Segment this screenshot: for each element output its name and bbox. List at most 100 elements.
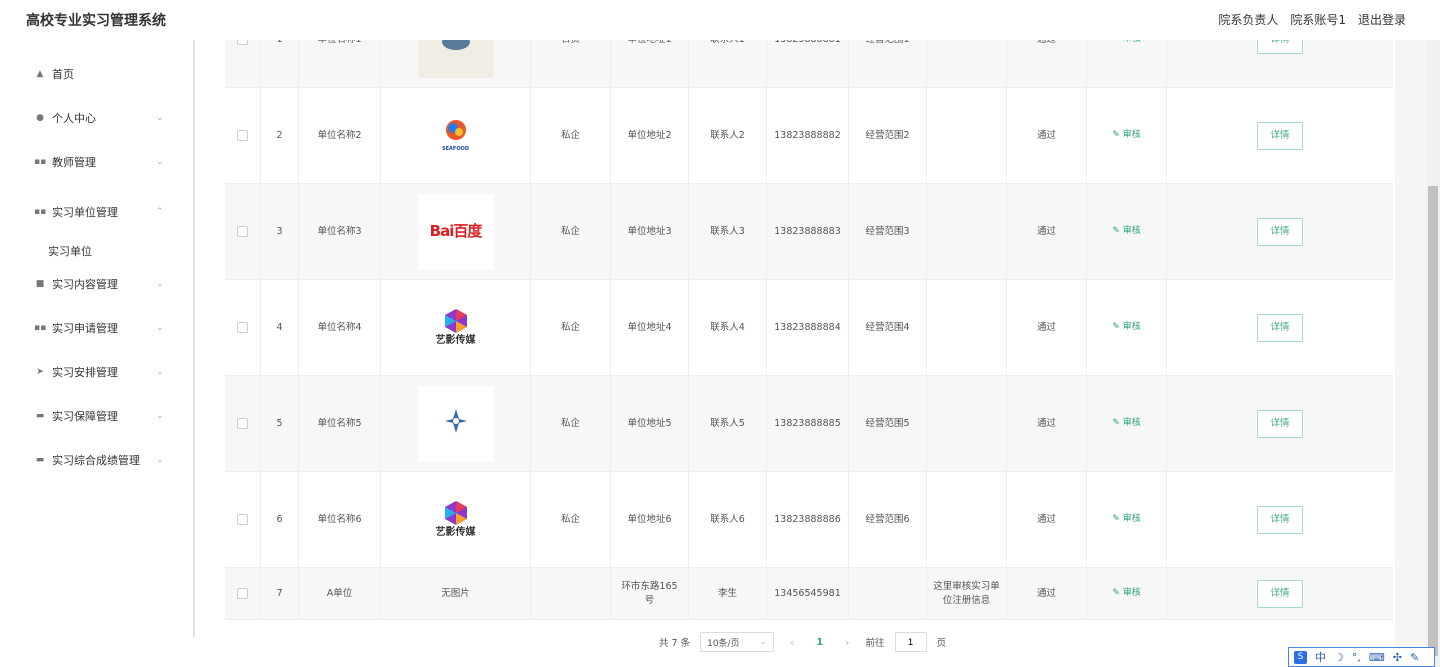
tools-icon[interactable]: ✎ xyxy=(1410,651,1419,664)
audit-status: 通过 xyxy=(1007,472,1087,567)
home-icon: ▲ xyxy=(36,69,44,79)
chevron-down-icon: ⌄ xyxy=(156,113,164,123)
sidebar-item-security[interactable]: ▬ 实习保障管理 ⌄ xyxy=(34,406,174,426)
app-title: 高校专业实习管理系统 xyxy=(26,13,166,29)
table-row: 7 A单位 无图片 环市东路165号 李生 13456545981 这里审核实习… xyxy=(225,568,1393,620)
keyboard-icon[interactable]: ⌨ xyxy=(1369,651,1385,664)
audit-button[interactable]: ✎审核 xyxy=(1112,587,1141,600)
sidebar-item-profile[interactable]: ● 个人中心 ⌄ xyxy=(34,108,174,128)
company-name: 单位名称5 xyxy=(299,376,381,471)
page-unit-label: 页 xyxy=(936,638,947,649)
company-name: 单位名称2 xyxy=(299,88,381,183)
sidebar-item-grades[interactable]: ▬ 实习综合成绩管理 ⌄ xyxy=(34,450,174,470)
audit-note xyxy=(927,472,1007,567)
edit-icon: ✎ xyxy=(1112,588,1120,599)
scrollbar-thumb[interactable] xyxy=(1428,186,1438,656)
next-page-button[interactable]: › xyxy=(839,636,855,649)
sidebar-item-content[interactable]: ■ 实习内容管理 ⌄ xyxy=(34,274,174,294)
row-checkbox[interactable] xyxy=(237,588,248,599)
company-contact: 联系人2 xyxy=(689,88,767,183)
sidebar-item-arrangements[interactable]: ➤ 实习安排管理 ⌄ xyxy=(34,362,174,382)
row-index: 2 xyxy=(261,88,299,183)
row-index: 4 xyxy=(261,280,299,375)
detail-button[interactable]: 详情 xyxy=(1257,579,1303,608)
user-account: 院系账号1 xyxy=(1290,13,1346,27)
punctuation-icon[interactable]: °, xyxy=(1352,651,1361,664)
company-type: 私企 xyxy=(531,184,611,279)
company-scope xyxy=(849,568,927,619)
company-logo: SEAFOOD xyxy=(417,97,494,174)
audit-button[interactable]: ✎审核 xyxy=(1112,417,1141,430)
sidebar-item-companies[interactable]: ▪▪ 实习单位管理 ⌃ xyxy=(34,202,174,222)
sidebar-item-label: 实习安排管理 xyxy=(52,366,118,379)
ime-language[interactable]: 中 xyxy=(1315,649,1326,665)
audit-status: 通过 xyxy=(1007,568,1087,619)
chevron-down-icon: ⌄ xyxy=(759,637,768,647)
table-row: 4 单位名称4 艺影传媒 私企 单位地址4 联系人4 13823888884 经… xyxy=(225,280,1393,376)
edit-icon: ✎ xyxy=(1112,514,1120,525)
sidebar-item-teachers[interactable]: ▪▪ 教师管理 ⌄ xyxy=(34,152,174,172)
table-row: 6 单位名称6 艺影传媒 私企 单位地址6 联系人6 13823888886 经… xyxy=(225,472,1393,568)
company-phone: 13823888883 xyxy=(767,184,849,279)
audit-button[interactable]: ✎审核 xyxy=(1112,513,1141,526)
main-content: 1 单位名称1 合资 单位地址1 联系人1 13823888881 经营范围1 … xyxy=(195,0,1440,667)
settings-icon[interactable]: ✣ xyxy=(1393,651,1402,664)
briefcase-icon: ■ xyxy=(35,279,45,289)
detail-button[interactable]: 详情 xyxy=(1257,409,1303,438)
sidebar-item-label: 实习单位管理 xyxy=(52,206,118,219)
company-type xyxy=(531,568,611,619)
document-icon: ▬ xyxy=(35,411,45,421)
scrollbar[interactable] xyxy=(1426,40,1440,667)
audit-note xyxy=(927,184,1007,279)
grid-icon: ▪▪ xyxy=(34,157,47,167)
prev-page-button[interactable]: ‹ xyxy=(784,636,800,649)
sidebar-item-label: 实习保障管理 xyxy=(52,410,118,423)
row-checkbox[interactable] xyxy=(237,322,248,333)
audit-button[interactable]: ✎审核 xyxy=(1112,321,1141,334)
detail-button[interactable]: 详情 xyxy=(1257,505,1303,534)
sidebar-subitem-company[interactable]: 实习单位 xyxy=(48,243,92,259)
company-scope: 经营范围4 xyxy=(849,280,927,375)
company-scope: 经营范围2 xyxy=(849,88,927,183)
sidebar-item-label: 个人中心 xyxy=(52,112,96,125)
row-checkbox[interactable] xyxy=(237,130,248,141)
table-row: 2 单位名称2 SEAFOOD 私企 单位地址2 联系人2 1382388888… xyxy=(225,88,1393,184)
page-size-select[interactable]: 10条/页 ⌄ xyxy=(700,632,775,652)
company-scope: 经营范围3 xyxy=(849,184,927,279)
detail-button[interactable]: 详情 xyxy=(1257,121,1303,150)
company-address: 环市东路165号 xyxy=(611,568,689,619)
detail-button[interactable]: 详情 xyxy=(1257,217,1303,246)
company-contact: 李生 xyxy=(689,568,767,619)
row-checkbox[interactable] xyxy=(237,226,248,237)
sidebar-item-applications[interactable]: ▪▪ 实习申请管理 ⌄ xyxy=(34,318,174,338)
company-phone: 13456545981 xyxy=(767,568,849,619)
row-checkbox[interactable] xyxy=(237,514,248,525)
goto-page-input[interactable] xyxy=(894,632,927,652)
company-contact: 联系人3 xyxy=(689,184,767,279)
grid-icon: ▪▪ xyxy=(34,323,47,333)
sidebar-item-label: 教师管理 xyxy=(52,156,96,169)
moon-icon[interactable]: ☽ xyxy=(1334,651,1344,664)
company-type: 私企 xyxy=(531,88,611,183)
row-checkbox[interactable] xyxy=(237,418,248,429)
audit-button[interactable]: ✎审核 xyxy=(1112,129,1141,142)
content-card: 1 单位名称1 合资 单位地址1 联系人1 13823888881 经营范围1 … xyxy=(195,0,1395,667)
send-icon: ➤ xyxy=(36,367,44,377)
row-index: 7 xyxy=(261,568,299,619)
sidebar-item-label: 实习申请管理 xyxy=(52,322,118,335)
page-number[interactable]: 1 xyxy=(811,637,830,648)
user-icon: ● xyxy=(36,113,44,123)
audit-note xyxy=(927,280,1007,375)
audit-button[interactable]: ✎审核 xyxy=(1112,225,1141,238)
sidebar: ▲ 首页 ● 个人中心 ⌄ ▪▪ 教师管理 ⌄ ▪▪ 实习单位管理 ⌃ 实习单位… xyxy=(0,40,194,667)
sidebar-item-home[interactable]: ▲ 首页 xyxy=(34,64,174,84)
audit-note xyxy=(927,88,1007,183)
company-type: 私企 xyxy=(531,472,611,567)
ime-toolbar[interactable]: S 中 ☽ °, ⌨ ✣ ✎ xyxy=(1288,647,1435,667)
ime-logo-icon: S xyxy=(1294,650,1307,664)
company-logo: 艺影传媒 xyxy=(417,289,494,366)
sidebar-item-label: 首页 xyxy=(52,68,74,81)
detail-button[interactable]: 详情 xyxy=(1257,313,1303,342)
logout-link[interactable]: 退出登录 xyxy=(1358,11,1406,28)
top-bar: 高校专业实习管理系统 院系负责人 院系账号1 退出登录 xyxy=(0,0,1440,40)
